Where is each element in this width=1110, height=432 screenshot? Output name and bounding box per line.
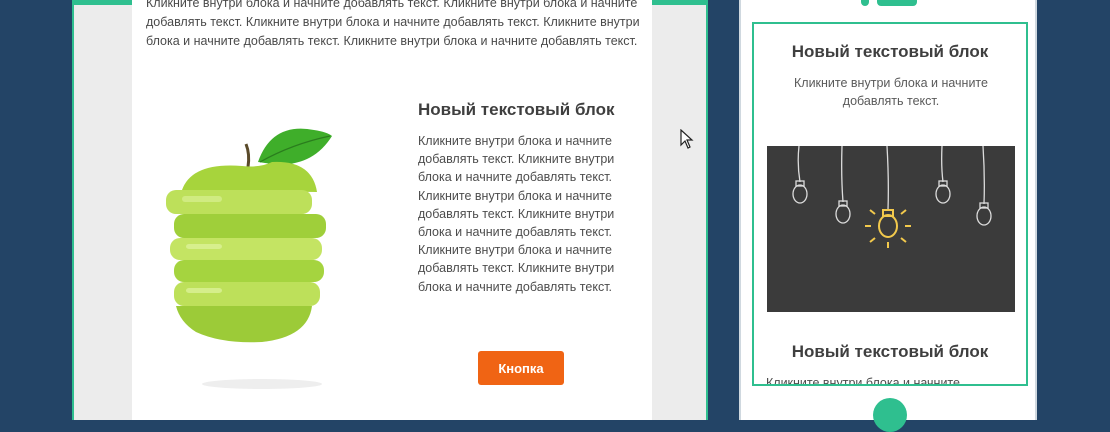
block-text[interactable]: Кликните внутри блока и начните добавлят…: [418, 132, 633, 296]
mobile-block-title-2[interactable]: Новый текстовый блок: [754, 342, 1026, 362]
block-title[interactable]: Новый текстовый блок: [418, 100, 633, 120]
intro-text-block[interactable]: Кликните внутри блока и начните добавлят…: [146, 0, 646, 51]
mobile-screen[interactable]: Новый текстовый блок Кликните внутри бло…: [752, 22, 1028, 386]
mouse-cursor-icon: [680, 129, 694, 149]
mobile-block-text[interactable]: Кликните внутри блока и начните добавлят…: [774, 74, 1008, 110]
mobile-block-text-2[interactable]: Кликните внутри блока и начните добавлят…: [766, 374, 1016, 384]
mobile-block-title[interactable]: Новый текстовый блок: [754, 42, 1026, 62]
text-block[interactable]: Новый текстовый блок Кликните внутри бло…: [418, 100, 633, 296]
light-bulbs-image[interactable]: [767, 145, 1015, 312]
cta-button[interactable]: Кнопка: [478, 351, 564, 385]
mobile-home-button[interactable]: [873, 398, 907, 432]
mobile-speaker-bar: [877, 0, 917, 6]
mobile-camera-dot: [861, 0, 869, 6]
desktop-preview: Кликните внутри блока и начните добавлят…: [72, 0, 708, 420]
mobile-preview: Новый текстовый блок Кликните внутри бло…: [739, 0, 1037, 432]
email-body[interactable]: Кликните внутри блока и начните добавлят…: [132, 0, 652, 420]
green-apple-image[interactable]: [162, 122, 362, 392]
